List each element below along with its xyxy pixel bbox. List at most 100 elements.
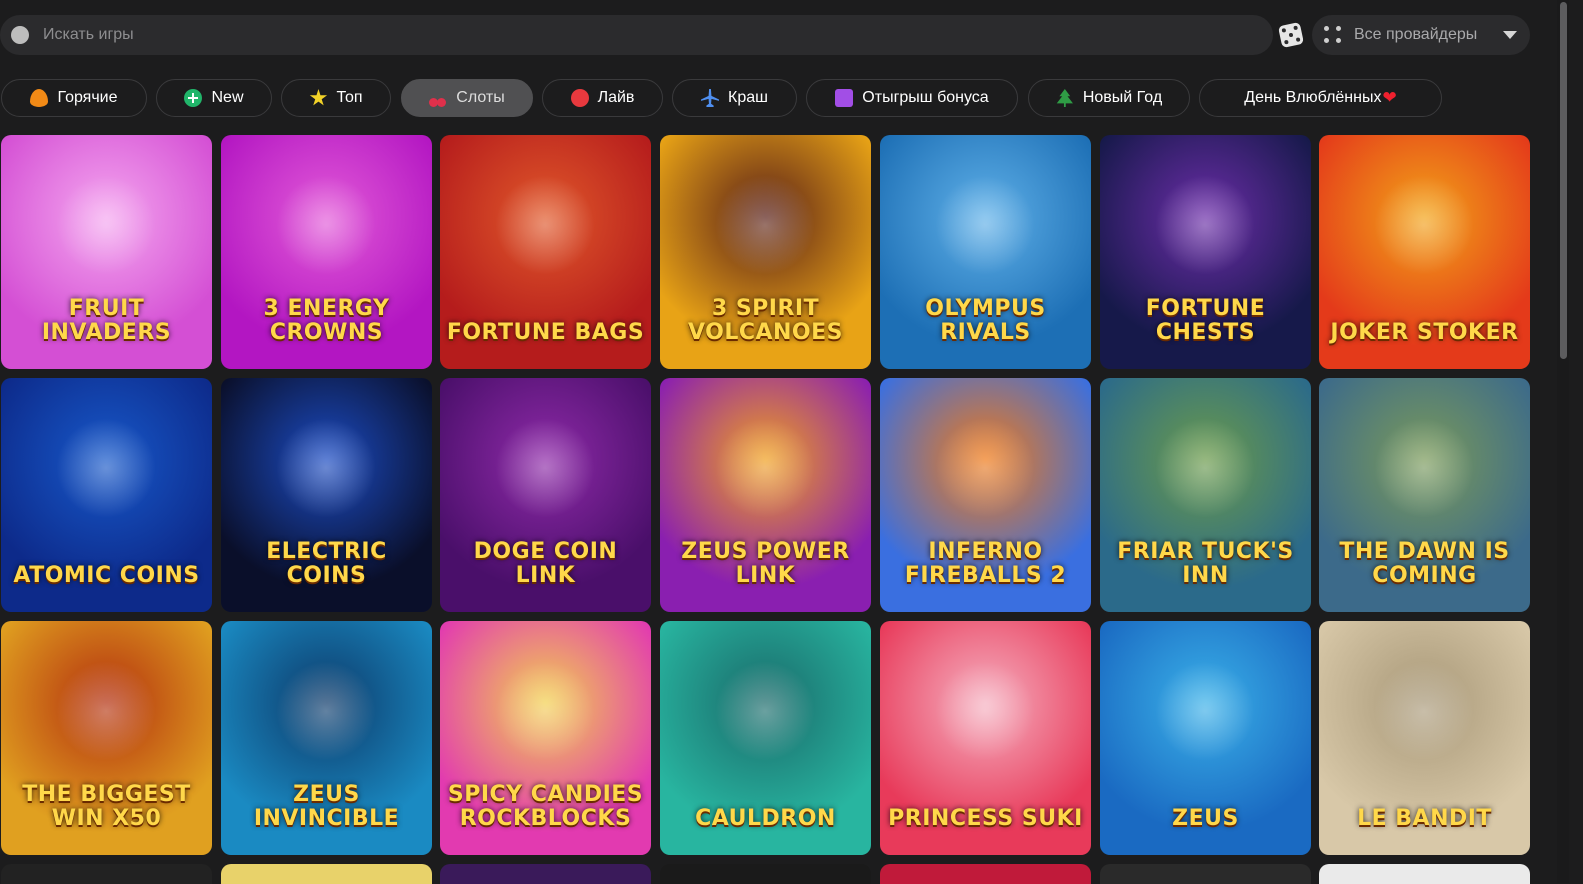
game-tile[interactable]: Zeus: [1100, 621, 1311, 855]
game-artwork: [1374, 661, 1474, 761]
game-title: Fruit Invaders: [41, 296, 172, 345]
game-tile-partial[interactable]: [440, 864, 651, 884]
chevron-down-icon: [1503, 31, 1517, 39]
tab-label: День Влюблённых: [1244, 89, 1382, 106]
game-tile[interactable]: Cauldron: [660, 621, 871, 855]
game-artwork: [495, 175, 595, 275]
game-title: Doge Coin Link: [473, 539, 618, 588]
game-tile[interactable]: Fruit Invaders: [1, 135, 212, 369]
game-tile[interactable]: Zeus Invincible: [221, 621, 432, 855]
heart-icon: ❤: [1382, 88, 1397, 107]
game-tile[interactable]: Olympus Rivals: [880, 135, 1091, 369]
game-artwork: [715, 418, 815, 518]
provider-dropdown[interactable]: Все провайдеры: [1312, 15, 1530, 55]
game-tile[interactable]: Atomic Coins: [1, 378, 212, 612]
game-title: The Dawn is Coming: [1339, 539, 1510, 588]
game-title: Zeus Invincible: [253, 782, 400, 831]
chip-icon: [570, 89, 589, 107]
tab-slots[interactable]: Слоты: [401, 79, 533, 117]
game-artwork: [935, 661, 1035, 761]
tab-label: New: [211, 89, 244, 106]
game-artwork: [1155, 418, 1255, 518]
game-tile[interactable]: Princess Suki: [880, 621, 1091, 855]
game-tile-partial[interactable]: [880, 864, 1091, 884]
game-artwork: [1155, 661, 1255, 761]
game-tile-partial[interactable]: [1100, 864, 1311, 884]
game-tile[interactable]: Joker Stoker: [1319, 135, 1530, 369]
tab-hot[interactable]: Горячие: [1, 79, 147, 117]
game-title: Le Bandit: [1357, 806, 1492, 831]
game-artwork: [1374, 418, 1474, 518]
tab-crash[interactable]: Краш: [672, 79, 797, 117]
game-artwork: [715, 661, 815, 761]
game-artwork: [495, 418, 595, 518]
game-title: Friar Tuck's Inn: [1117, 539, 1294, 588]
game-title: Inferno Fireballs 2: [904, 539, 1067, 588]
tab-bonus-wagering[interactable]: Отыгрыш бонуса: [806, 79, 1018, 117]
game-artwork: [56, 661, 156, 761]
game-tile[interactable]: Fortune Chests: [1100, 135, 1311, 369]
game-artwork: [1374, 175, 1474, 275]
game-title: Atomic Coins: [13, 563, 200, 588]
search-bar[interactable]: [0, 15, 1273, 55]
game-tile[interactable]: 3 Energy Crowns: [221, 135, 432, 369]
game-title: Joker Stoker: [1330, 320, 1519, 345]
tab-label: Новый Год: [1082, 89, 1163, 106]
top-bar: Все провайдеры: [0, 15, 1540, 57]
tab-new-year[interactable]: Новый Год: [1028, 79, 1190, 117]
game-tile[interactable]: 3 Spirit Volcanoes: [660, 135, 871, 369]
random-game-dice-icon[interactable]: [1277, 21, 1305, 49]
game-tile[interactable]: Inferno Fireballs 2: [880, 378, 1091, 612]
game-title: Olympus Rivals: [925, 296, 1046, 345]
game-artwork: [935, 175, 1035, 275]
game-artwork: [715, 175, 815, 275]
tab-label: Лайв: [597, 89, 635, 106]
game-artwork: [1155, 175, 1255, 275]
game-tile-partial[interactable]: [1, 864, 212, 884]
star-icon: [309, 89, 328, 106]
game-title: The Biggest Win x50: [22, 782, 191, 831]
game-title: Zeus: [1172, 806, 1239, 831]
game-artwork: [935, 418, 1035, 518]
scrollbar-thumb[interactable]: [1560, 2, 1567, 359]
provider-dropdown-label: Все провайдеры: [1354, 26, 1478, 43]
tab-label: Топ: [336, 89, 363, 106]
game-tile[interactable]: Spicy Candies Rockblocks: [440, 621, 651, 855]
tree-icon: [1056, 89, 1073, 107]
game-title: Fortune Bags: [446, 320, 645, 345]
game-title: Spicy Candies Rockblocks: [447, 782, 644, 831]
game-tile-partial[interactable]: [1319, 864, 1530, 884]
tab-label: Отыгрыш бонуса: [862, 89, 989, 106]
game-title: Zeus Power Link: [681, 539, 850, 588]
tab-top[interactable]: Топ: [281, 79, 391, 117]
game-tile[interactable]: Electric Coins: [221, 378, 432, 612]
game-tile[interactable]: Le Bandit: [1319, 621, 1530, 855]
tab-label: Слоты: [456, 89, 505, 106]
game-tile[interactable]: The Biggest Win x50: [1, 621, 212, 855]
game-tile[interactable]: The Dawn is Coming: [1319, 378, 1530, 612]
cherry-icon: [429, 89, 447, 107]
game-tile[interactable]: Friar Tuck's Inn: [1100, 378, 1311, 612]
game-tile[interactable]: Doge Coin Link: [440, 378, 651, 612]
tab-label: Горячие: [57, 89, 118, 106]
game-tile[interactable]: Fortune Bags: [440, 135, 651, 369]
tab-valentines-day[interactable]: День Влюблённых ❤: [1199, 79, 1442, 117]
fire-icon: [30, 89, 49, 107]
gift-icon: [835, 89, 854, 107]
tab-label: Краш: [728, 89, 768, 106]
game-title: 3 Energy Crowns: [263, 296, 390, 345]
game-title: Princess Suki: [888, 806, 1083, 831]
plus-circle-icon: [184, 89, 203, 107]
search-icon: [11, 26, 29, 44]
search-input[interactable]: [41, 25, 1195, 45]
game-tile[interactable]: Zeus Power Link: [660, 378, 871, 612]
game-title: Cauldron: [695, 806, 836, 831]
game-tile-partial[interactable]: [660, 864, 871, 884]
game-tile-partial[interactable]: [221, 864, 432, 884]
game-title: Electric Coins: [266, 539, 387, 588]
tab-live[interactable]: Лайв: [542, 79, 663, 117]
game-artwork: [56, 418, 156, 518]
airplane-icon: [701, 89, 720, 107]
game-title: Fortune Chests: [1145, 296, 1266, 345]
tab-new[interactable]: New: [156, 79, 272, 117]
